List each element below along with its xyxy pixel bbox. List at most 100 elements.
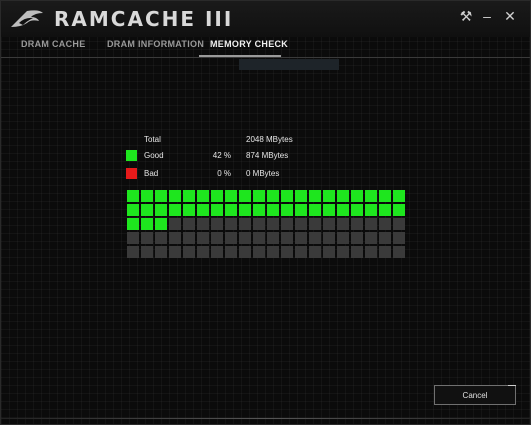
memory-block-good xyxy=(393,204,405,216)
memory-block-pending xyxy=(393,246,405,258)
cancel-button[interactable]: Cancel xyxy=(434,385,516,405)
memory-block-pending xyxy=(169,218,181,230)
stat-good-percent: 42 % xyxy=(212,151,231,160)
tab-dram-cache[interactable]: DRAM CACHE xyxy=(21,39,86,49)
stat-bad-size: 0 MBytes xyxy=(246,169,280,178)
memory-block-pending xyxy=(393,218,405,230)
memory-block-pending xyxy=(323,218,335,230)
memory-block-good xyxy=(239,190,251,202)
memory-block-good xyxy=(127,218,139,230)
memory-block-pending xyxy=(309,246,321,258)
memory-block-good xyxy=(281,190,293,202)
memory-block-good xyxy=(155,218,167,230)
memory-block-pending xyxy=(281,232,293,244)
bottom-divider xyxy=(1,418,530,419)
memory-block-good xyxy=(155,204,167,216)
bad-swatch xyxy=(126,168,137,179)
minimize-icon[interactable]: – xyxy=(478,7,496,25)
memory-block-good xyxy=(365,190,377,202)
memory-block-pending xyxy=(351,218,363,230)
stat-total-row: Total 2048 MBytes xyxy=(126,134,326,146)
memory-block-pending xyxy=(127,232,139,244)
memory-block-good xyxy=(141,190,153,202)
stat-total-label: Total xyxy=(144,135,161,144)
memory-block-good xyxy=(365,204,377,216)
memory-block-pending xyxy=(281,246,293,258)
memory-block-good xyxy=(183,204,195,216)
memory-block-good xyxy=(351,204,363,216)
tab-dram-information[interactable]: DRAM INFORMATION xyxy=(107,39,204,49)
memory-block-good xyxy=(211,204,223,216)
hidden-header-strip xyxy=(239,59,339,70)
memory-block-pending xyxy=(197,232,209,244)
memory-block-pending xyxy=(337,246,349,258)
app-window: RAMCACHE III ⚒ – ✕ DRAM CACHE DRAM INFOR… xyxy=(0,0,531,425)
memory-block-pending xyxy=(323,232,335,244)
stat-bad-percent: 0 % xyxy=(217,169,231,178)
memory-block-pending xyxy=(183,218,195,230)
memory-block-good xyxy=(141,204,153,216)
memory-block-grid xyxy=(127,190,405,258)
memory-block-good xyxy=(309,190,321,202)
memory-block-pending xyxy=(169,246,181,258)
title-bar[interactable]: RAMCACHE III ⚒ – ✕ xyxy=(1,1,530,37)
memory-block-good xyxy=(127,190,139,202)
stat-bad-row: Bad 0 % 0 MBytes xyxy=(126,168,326,180)
memory-block-pending xyxy=(351,232,363,244)
memory-block-pending xyxy=(155,246,167,258)
memory-block-pending xyxy=(295,246,307,258)
active-tab-indicator xyxy=(199,55,281,57)
memory-block-pending xyxy=(365,232,377,244)
memory-block-good xyxy=(267,204,279,216)
memory-block-pending xyxy=(141,246,153,258)
memory-block-good xyxy=(225,204,237,216)
memory-block-good xyxy=(169,204,181,216)
memory-block-pending xyxy=(169,232,181,244)
memory-block-good xyxy=(253,204,265,216)
memory-block-pending xyxy=(141,232,153,244)
memory-block-good xyxy=(197,190,209,202)
memory-block-good xyxy=(351,190,363,202)
stat-good-label: Good xyxy=(144,151,164,160)
memory-block-good xyxy=(169,190,181,202)
wrench-icon[interactable]: ⚒ xyxy=(457,7,475,25)
memory-block-pending xyxy=(183,246,195,258)
memory-block-pending xyxy=(225,218,237,230)
memory-block-pending xyxy=(365,218,377,230)
button-corner-accent xyxy=(508,385,516,386)
memory-block-pending xyxy=(225,246,237,258)
memory-block-good xyxy=(337,204,349,216)
app-title: RAMCACHE III xyxy=(54,7,234,31)
memory-block-good xyxy=(253,190,265,202)
memory-block-good xyxy=(127,204,139,216)
memory-block-good xyxy=(379,204,391,216)
stat-good-row: Good 42 % 874 MBytes xyxy=(126,150,326,162)
memory-block-pending xyxy=(197,218,209,230)
memory-block-good xyxy=(295,204,307,216)
memory-block-pending xyxy=(379,246,391,258)
memory-block-pending xyxy=(211,246,223,258)
memory-block-good xyxy=(337,190,349,202)
memory-block-pending xyxy=(253,246,265,258)
memory-block-pending xyxy=(267,246,279,258)
memory-block-good xyxy=(225,190,237,202)
memory-block-good xyxy=(281,204,293,216)
close-icon[interactable]: ✕ xyxy=(501,7,519,25)
memory-block-pending xyxy=(127,246,139,258)
memory-block-pending xyxy=(351,246,363,258)
memory-block-pending xyxy=(337,232,349,244)
tab-memory-check[interactable]: MEMORY CHECK xyxy=(210,39,288,49)
memory-block-good xyxy=(141,218,153,230)
good-swatch xyxy=(126,150,137,161)
memory-block-pending xyxy=(309,232,321,244)
memory-block-pending xyxy=(393,232,405,244)
memory-block-good xyxy=(239,204,251,216)
cancel-button-label: Cancel xyxy=(462,391,488,400)
memory-block-good xyxy=(183,190,195,202)
memory-block-pending xyxy=(155,232,167,244)
memory-block-pending xyxy=(295,218,307,230)
memory-block-pending xyxy=(211,218,223,230)
tab-bar: DRAM CACHE DRAM INFORMATION MEMORY CHECK xyxy=(1,37,530,58)
memory-block-pending xyxy=(225,232,237,244)
stat-bad-label: Bad xyxy=(144,169,159,178)
